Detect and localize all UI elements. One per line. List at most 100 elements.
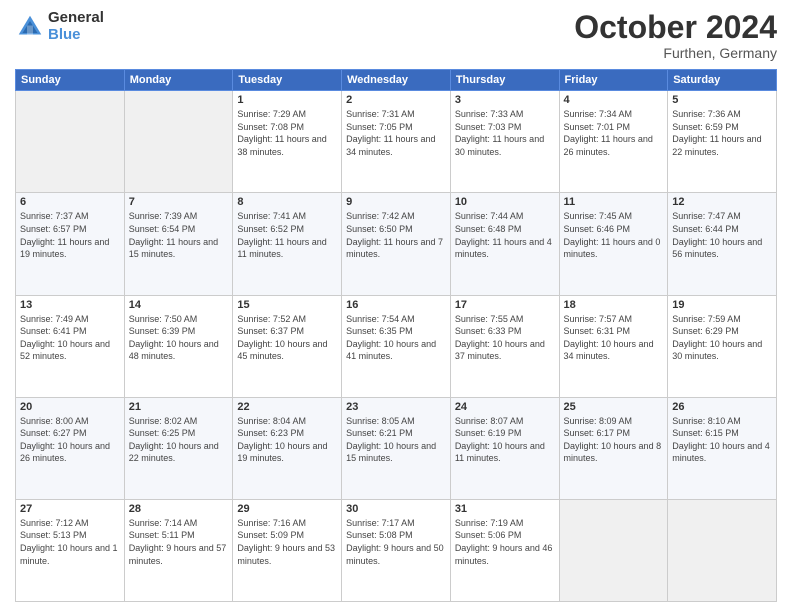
logo-blue-text: Blue bbox=[48, 27, 104, 44]
calendar-cell: 26 Sunrise: 8:10 AM Sunset: 6:15 PM Dayli… bbox=[668, 397, 777, 499]
day-info: Sunrise: 7:29 AM Sunset: 7:08 PM Dayligh… bbox=[237, 108, 337, 158]
calendar-cell bbox=[668, 499, 777, 601]
calendar-cell: 23 Sunrise: 8:05 AM Sunset: 6:21 PM Dayli… bbox=[342, 397, 451, 499]
calendar-cell: 22Sunrise: 8:04 AM Sunset: 6:23 PM Dayli… bbox=[233, 397, 342, 499]
day-number: 18 bbox=[564, 299, 664, 311]
calendar-cell: 6 Sunrise: 7:37 AM Sunset: 6:57 PM Daylig… bbox=[16, 193, 125, 295]
day-info: Sunrise: 8:04 AM Sunset: 6:23 PM Dayligh… bbox=[237, 415, 337, 465]
day-info: Sunrise: 7:33 AM Sunset: 7:03 PM Dayligh… bbox=[455, 108, 555, 158]
day-info: Sunrise: 7:44 AM Sunset: 6:48 PM Dayligh… bbox=[455, 210, 555, 260]
day-info: Sunrise: 7:19 AM Sunset: 5:06 PM Dayligh… bbox=[455, 517, 555, 567]
calendar-cell: 20 Sunrise: 8:00 AM Sunset: 6:27 PM Dayli… bbox=[16, 397, 125, 499]
calendar-cell: 4 Sunrise: 7:34 AM Sunset: 7:01 PM Daylig… bbox=[559, 91, 668, 193]
calendar-cell bbox=[16, 91, 125, 193]
day-number: 21 bbox=[129, 401, 229, 413]
day-number: 12 bbox=[672, 196, 772, 208]
calendar-cell: 29Sunrise: 7:16 AM Sunset: 5:09 PM Dayli… bbox=[233, 499, 342, 601]
day-info: Sunrise: 7:50 AM Sunset: 6:39 PM Dayligh… bbox=[129, 313, 229, 363]
day-info: Sunrise: 8:00 AM Sunset: 6:27 PM Dayligh… bbox=[20, 415, 120, 465]
calendar-cell: 28Sunrise: 7:14 AM Sunset: 5:11 PM Dayli… bbox=[124, 499, 233, 601]
calendar-cell: 5 Sunrise: 7:36 AM Sunset: 6:59 PM Daylig… bbox=[668, 91, 777, 193]
day-info: Sunrise: 7:45 AM Sunset: 6:46 PM Dayligh… bbox=[564, 210, 664, 260]
calendar-week-row: 20 Sunrise: 8:00 AM Sunset: 6:27 PM Dayli… bbox=[16, 397, 777, 499]
day-number: 13 bbox=[20, 299, 120, 311]
calendar-cell: 9 Sunrise: 7:42 AM Sunset: 6:50 PM Daylig… bbox=[342, 193, 451, 295]
calendar-cell: 21Sunrise: 8:02 AM Sunset: 6:25 PM Dayli… bbox=[124, 397, 233, 499]
calendar-cell: 11 Sunrise: 7:45 AM Sunset: 6:46 PM Dayli… bbox=[559, 193, 668, 295]
day-info: Sunrise: 7:34 AM Sunset: 7:01 PM Dayligh… bbox=[564, 108, 664, 158]
header: General Blue October 2024 Furthen, Germa… bbox=[15, 10, 777, 61]
calendar-cell: 10 Sunrise: 7:44 AM Sunset: 6:48 PM Dayli… bbox=[450, 193, 559, 295]
day-info: Sunrise: 7:17 AM Sunset: 5:08 PM Dayligh… bbox=[346, 517, 446, 567]
day-number: 26 bbox=[672, 401, 772, 413]
day-info: Sunrise: 7:39 AM Sunset: 6:54 PM Dayligh… bbox=[129, 210, 229, 260]
calendar-cell: 18 Sunrise: 7:57 AM Sunset: 6:31 PM Dayli… bbox=[559, 295, 668, 397]
calendar-cell: 17Sunrise: 7:55 AM Sunset: 6:33 PM Dayli… bbox=[450, 295, 559, 397]
day-number: 9 bbox=[346, 196, 446, 208]
logo: General Blue bbox=[15, 10, 104, 43]
day-number: 11 bbox=[564, 196, 664, 208]
day-number: 23 bbox=[346, 401, 446, 413]
calendar-header-saturday: Saturday bbox=[668, 70, 777, 91]
calendar-cell bbox=[559, 499, 668, 601]
calendar-header-sunday: Sunday bbox=[16, 70, 125, 91]
calendar-table: SundayMondayTuesdayWednesdayThursdayFrid… bbox=[15, 69, 777, 602]
day-number: 30 bbox=[346, 503, 446, 515]
month-title: October 2024 bbox=[574, 10, 777, 45]
calendar-header-thursday: Thursday bbox=[450, 70, 559, 91]
calendar-week-row: 27 Sunrise: 7:12 AM Sunset: 5:13 PM Dayli… bbox=[16, 499, 777, 601]
day-info: Sunrise: 7:57 AM Sunset: 6:31 PM Dayligh… bbox=[564, 313, 664, 363]
calendar-cell: 27 Sunrise: 7:12 AM Sunset: 5:13 PM Dayli… bbox=[16, 499, 125, 601]
calendar-cell: 30 Sunrise: 7:17 AM Sunset: 5:08 PM Dayli… bbox=[342, 499, 451, 601]
calendar-cell: 16 Sunrise: 7:54 AM Sunset: 6:35 PM Dayli… bbox=[342, 295, 451, 397]
day-number: 16 bbox=[346, 299, 446, 311]
day-number: 4 bbox=[564, 94, 664, 106]
day-info: Sunrise: 7:12 AM Sunset: 5:13 PM Dayligh… bbox=[20, 517, 120, 567]
calendar-cell: 13Sunrise: 7:49 AM Sunset: 6:41 PM Dayli… bbox=[16, 295, 125, 397]
calendar-cell: 1 Sunrise: 7:29 AM Sunset: 7:08 PM Daylig… bbox=[233, 91, 342, 193]
calendar-header-friday: Friday bbox=[559, 70, 668, 91]
logo-text: General Blue bbox=[48, 10, 104, 43]
calendar-cell: 15Sunrise: 7:52 AM Sunset: 6:37 PM Dayli… bbox=[233, 295, 342, 397]
day-number: 8 bbox=[237, 196, 337, 208]
day-info: Sunrise: 7:42 AM Sunset: 6:50 PM Dayligh… bbox=[346, 210, 446, 260]
calendar-cell: 2 Sunrise: 7:31 AM Sunset: 7:05 PM Daylig… bbox=[342, 91, 451, 193]
day-number: 5 bbox=[672, 94, 772, 106]
day-number: 10 bbox=[455, 196, 555, 208]
day-number: 1 bbox=[237, 94, 337, 106]
day-info: Sunrise: 7:52 AM Sunset: 6:37 PM Dayligh… bbox=[237, 313, 337, 363]
day-info: Sunrise: 8:10 AM Sunset: 6:15 PM Dayligh… bbox=[672, 415, 772, 465]
calendar-header-tuesday: Tuesday bbox=[233, 70, 342, 91]
calendar-cell: 8 Sunrise: 7:41 AM Sunset: 6:52 PM Daylig… bbox=[233, 193, 342, 295]
day-info: Sunrise: 7:54 AM Sunset: 6:35 PM Dayligh… bbox=[346, 313, 446, 363]
day-number: 31 bbox=[455, 503, 555, 515]
calendar-header-monday: Monday bbox=[124, 70, 233, 91]
day-number: 2 bbox=[346, 94, 446, 106]
day-number: 27 bbox=[20, 503, 120, 515]
day-number: 6 bbox=[20, 196, 120, 208]
day-info: Sunrise: 8:07 AM Sunset: 6:19 PM Dayligh… bbox=[455, 415, 555, 465]
day-info: Sunrise: 7:47 AM Sunset: 6:44 PM Dayligh… bbox=[672, 210, 772, 260]
day-info: Sunrise: 7:55 AM Sunset: 6:33 PM Dayligh… bbox=[455, 313, 555, 363]
calendar-cell: 14Sunrise: 7:50 AM Sunset: 6:39 PM Dayli… bbox=[124, 295, 233, 397]
logo-icon bbox=[15, 12, 45, 42]
day-info: Sunrise: 7:41 AM Sunset: 6:52 PM Dayligh… bbox=[237, 210, 337, 260]
calendar-cell: 3Sunrise: 7:33 AM Sunset: 7:03 PM Daylig… bbox=[450, 91, 559, 193]
day-info: Sunrise: 8:05 AM Sunset: 6:21 PM Dayligh… bbox=[346, 415, 446, 465]
calendar-week-row: 13Sunrise: 7:49 AM Sunset: 6:41 PM Dayli… bbox=[16, 295, 777, 397]
calendar-cell: 12 Sunrise: 7:47 AM Sunset: 6:44 PM Dayli… bbox=[668, 193, 777, 295]
day-info: Sunrise: 7:36 AM Sunset: 6:59 PM Dayligh… bbox=[672, 108, 772, 158]
location: Furthen, Germany bbox=[574, 45, 777, 61]
calendar-cell: 19Sunrise: 7:59 AM Sunset: 6:29 PM Dayli… bbox=[668, 295, 777, 397]
calendar-header-wednesday: Wednesday bbox=[342, 70, 451, 91]
day-info: Sunrise: 7:37 AM Sunset: 6:57 PM Dayligh… bbox=[20, 210, 120, 260]
day-info: Sunrise: 7:16 AM Sunset: 5:09 PM Dayligh… bbox=[237, 517, 337, 567]
day-info: Sunrise: 7:31 AM Sunset: 7:05 PM Dayligh… bbox=[346, 108, 446, 158]
logo-general-text: General bbox=[48, 10, 104, 27]
day-info: Sunrise: 8:09 AM Sunset: 6:17 PM Dayligh… bbox=[564, 415, 664, 465]
calendar-cell: 31 Sunrise: 7:19 AM Sunset: 5:06 PM Dayli… bbox=[450, 499, 559, 601]
day-number: 20 bbox=[20, 401, 120, 413]
day-number: 25 bbox=[564, 401, 664, 413]
title-section: October 2024 Furthen, Germany bbox=[574, 10, 777, 61]
calendar-cell: 25 Sunrise: 8:09 AM Sunset: 6:17 PM Dayli… bbox=[559, 397, 668, 499]
